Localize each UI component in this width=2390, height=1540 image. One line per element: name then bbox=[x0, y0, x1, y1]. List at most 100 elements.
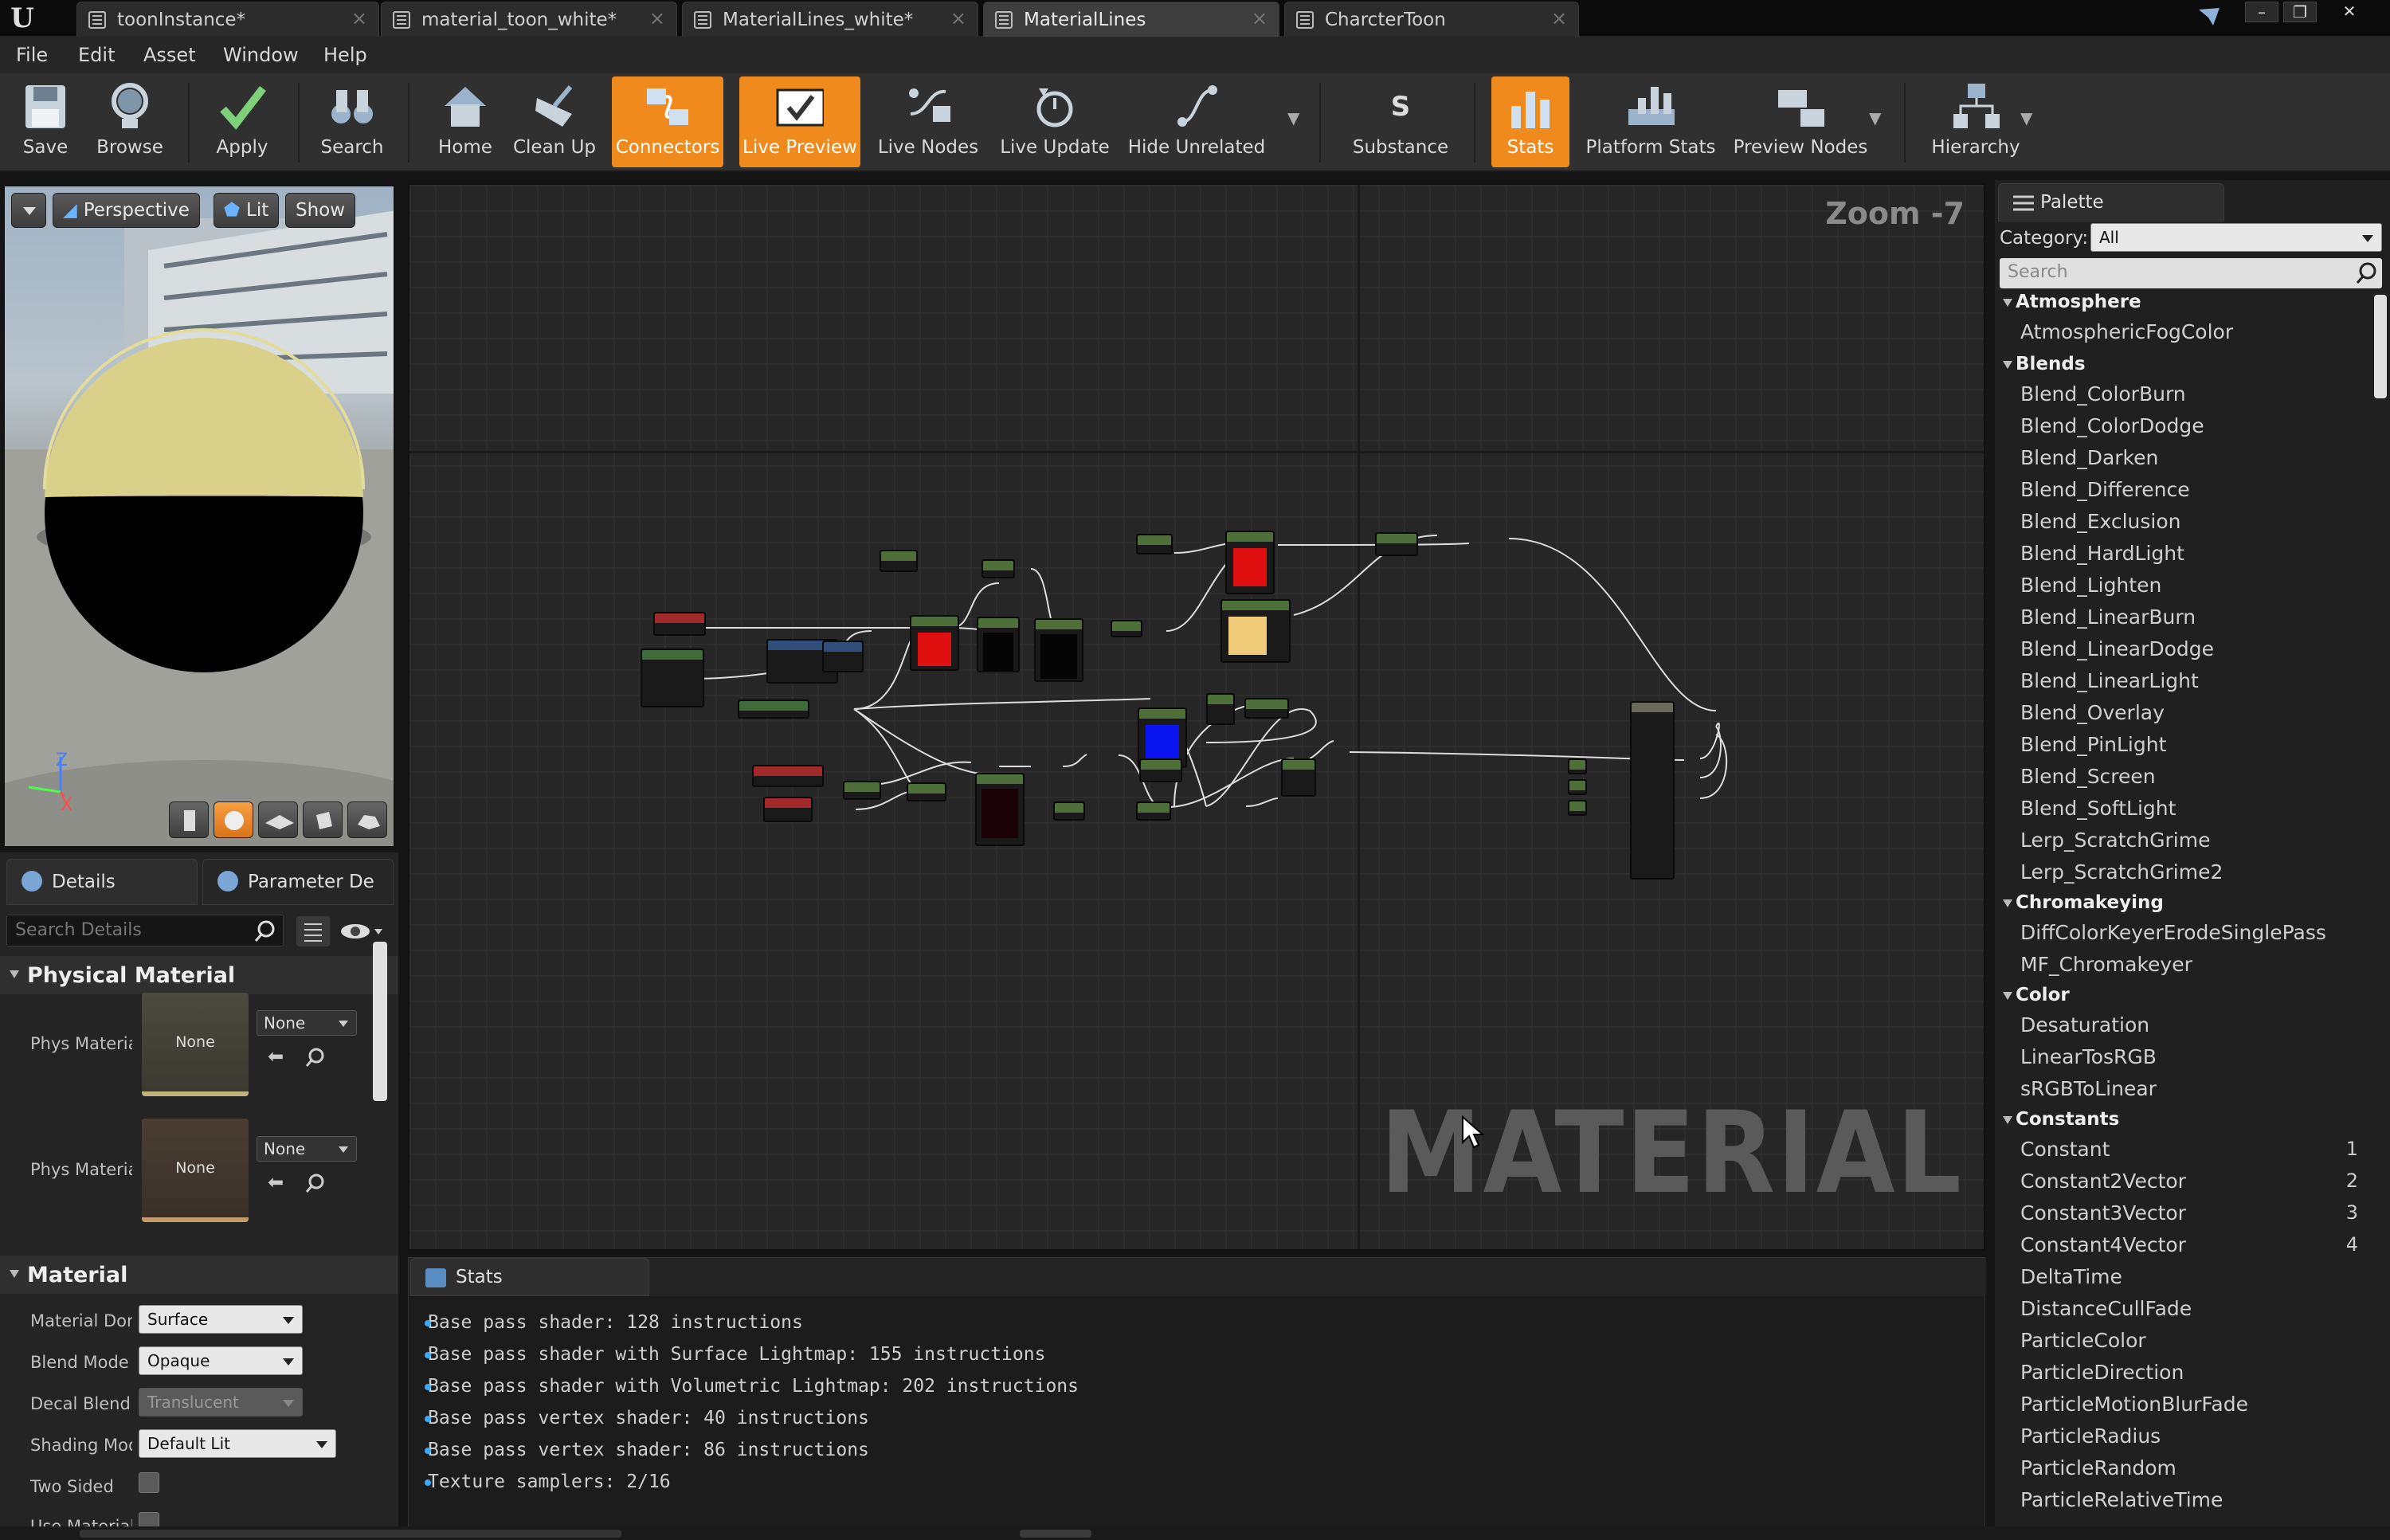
graph-node[interactable] bbox=[843, 781, 881, 800]
palette-item[interactable]: ParticleRandom bbox=[2020, 1456, 2176, 1479]
preview-mesh-button[interactable] bbox=[347, 801, 387, 838]
substance-button[interactable]: S Substance bbox=[1346, 76, 1455, 167]
graph-node[interactable] bbox=[981, 559, 1015, 578]
palette-item[interactable]: LinearTosRGB bbox=[2020, 1045, 2157, 1068]
preview-cube-button[interactable] bbox=[303, 801, 343, 838]
palette-category-color[interactable]: Color bbox=[2003, 985, 2070, 1005]
menu-help[interactable]: Help bbox=[315, 37, 375, 73]
chevron-down-icon[interactable]: ▼ bbox=[2020, 108, 2032, 127]
browse-button[interactable]: Browse bbox=[88, 76, 172, 167]
search-button[interactable]: Search bbox=[312, 76, 392, 167]
graph-node[interactable] bbox=[1568, 779, 1587, 795]
palette-item[interactable]: ParticleColor bbox=[2020, 1329, 2146, 1352]
preview-sphere-button[interactable] bbox=[214, 801, 253, 838]
palette-item[interactable]: Constant4Vector bbox=[2020, 1233, 2186, 1256]
phys-material-thumbnail[interactable]: None bbox=[142, 993, 249, 1096]
tab-toon-instance[interactable]: toonInstance* × bbox=[76, 2, 379, 37]
shading-model-dropdown[interactable]: Default Lit bbox=[139, 1429, 336, 1458]
lit-button[interactable]: ⬟ Lit bbox=[214, 193, 280, 228]
palette-item[interactable]: ParticleMotionBlurFade bbox=[2020, 1393, 2248, 1416]
graph-node[interactable] bbox=[1206, 693, 1235, 725]
graph-node[interactable] bbox=[752, 765, 824, 787]
close-icon[interactable]: × bbox=[351, 7, 367, 29]
palette-item[interactable]: Constant2Vector bbox=[2020, 1170, 2186, 1193]
material-graph-canvas[interactable]: Zoom -7 MATERIAL bbox=[408, 183, 1985, 1251]
live-preview-button[interactable]: Live Preview bbox=[739, 76, 860, 167]
preview-cylinder-button[interactable] bbox=[169, 801, 209, 838]
menu-edit[interactable]: Edit bbox=[70, 37, 123, 73]
phys-material-dropdown[interactable]: None bbox=[257, 1136, 357, 1162]
graph-node[interactable] bbox=[1568, 758, 1587, 774]
search-details-input[interactable]: Search Details bbox=[6, 915, 284, 946]
platform-stats-button[interactable]: Platform Stats bbox=[1582, 76, 1719, 167]
browse-asset-icon[interactable] bbox=[304, 1173, 327, 1198]
palette-item[interactable]: Blend_Difference bbox=[2020, 478, 2190, 501]
palette-category-blends[interactable]: Blends bbox=[2003, 354, 2086, 374]
palette-scrollbar-thumb[interactable] bbox=[2374, 295, 2387, 398]
minimize-button[interactable]: – bbox=[2245, 2, 2278, 22]
maximize-button[interactable]: ❐ bbox=[2283, 2, 2317, 22]
palette-item[interactable]: Constant3Vector bbox=[2020, 1201, 2186, 1225]
graph-node[interactable] bbox=[1220, 599, 1291, 663]
hide-unrelated-button[interactable]: Hide Unrelated bbox=[1123, 76, 1270, 167]
palette-item[interactable]: Blend_SoftLight bbox=[2020, 797, 2176, 820]
graph-node[interactable] bbox=[738, 699, 809, 719]
graph-node[interactable] bbox=[1139, 758, 1182, 782]
palette-item[interactable]: Blend_ColorDodge bbox=[2020, 414, 2204, 437]
palette-item[interactable]: Blend_HardLight bbox=[2020, 542, 2184, 565]
palette-item[interactable]: Blend_LinearDodge bbox=[2020, 637, 2214, 660]
palette-item[interactable]: Desaturation bbox=[2020, 1013, 2149, 1036]
palette-item[interactable]: Blend_Screen bbox=[2020, 765, 2156, 788]
tab-details[interactable]: Details bbox=[6, 859, 198, 905]
blend-mode-dropdown[interactable]: Opaque bbox=[139, 1346, 303, 1375]
tab-material-lines[interactable]: MaterialLines × bbox=[983, 2, 1279, 37]
palette-item[interactable]: ParticleRadius bbox=[2020, 1424, 2161, 1448]
bottom-scrollbar[interactable] bbox=[1020, 1530, 1091, 1538]
graph-node[interactable] bbox=[880, 550, 918, 572]
palette-item[interactable]: DiffColorKeyerErodeSinglePass bbox=[2020, 921, 2326, 944]
graph-node[interactable] bbox=[763, 797, 813, 822]
close-icon[interactable]: × bbox=[950, 7, 966, 29]
graph-node[interactable] bbox=[1136, 534, 1173, 554]
close-icon[interactable]: × bbox=[649, 7, 665, 29]
palette-item[interactable]: Lerp_ScratchGrime2 bbox=[2020, 860, 2223, 884]
palette-item[interactable]: Blend_PinLight bbox=[2020, 733, 2166, 756]
palette-search-input[interactable]: Search bbox=[2000, 258, 2382, 288]
graph-node[interactable] bbox=[1111, 620, 1142, 637]
viewport-options-button[interactable] bbox=[11, 193, 46, 228]
perspective-button[interactable]: ◢ Perspective bbox=[53, 193, 200, 228]
preview-nodes-button[interactable]: Preview Nodes bbox=[1727, 76, 1874, 167]
property-matrix-icon[interactable] bbox=[296, 916, 330, 946]
palette-item[interactable]: DeltaTime bbox=[2020, 1265, 2122, 1288]
live-update-button[interactable]: Live Update bbox=[996, 76, 1114, 167]
connectors-button[interactable]: Connectors bbox=[612, 76, 723, 167]
show-button[interactable]: Show bbox=[285, 193, 356, 228]
material-result-node[interactable] bbox=[1630, 701, 1675, 880]
tab-material-lines-white[interactable]: MaterialLines_white* × bbox=[682, 2, 978, 37]
graph-node[interactable] bbox=[1568, 800, 1587, 816]
graph-node[interactable] bbox=[975, 773, 1025, 846]
palette-category-constants[interactable]: Constants bbox=[2002, 1109, 2119, 1130]
close-icon[interactable]: × bbox=[1252, 7, 1267, 29]
palette-item[interactable]: DistanceCullFade bbox=[2020, 1297, 2192, 1320]
phys-material-dropdown[interactable]: None bbox=[257, 1010, 357, 1036]
tab-charcter-toon[interactable]: CharcterToon × bbox=[1284, 2, 1579, 37]
graph-node[interactable] bbox=[1136, 801, 1171, 821]
graph-node[interactable] bbox=[910, 615, 959, 671]
tab-parameter-defaults[interactable]: Parameter De bbox=[202, 859, 394, 905]
graph-node[interactable] bbox=[822, 641, 864, 672]
palette-item[interactable]: AtmosphericFogColor bbox=[2020, 320, 2233, 343]
graph-node[interactable] bbox=[977, 617, 1020, 672]
hierarchy-button[interactable]: Hierarchy bbox=[1928, 76, 2024, 167]
section-physical-material[interactable]: Physical Material bbox=[0, 956, 398, 994]
clean-up-button[interactable]: Clean Up bbox=[511, 76, 598, 167]
decal-blend-mode-dropdown[interactable]: Translucent bbox=[139, 1388, 303, 1417]
graph-node[interactable] bbox=[653, 612, 706, 636]
use-selected-arrow-icon[interactable]: ⬅ bbox=[268, 1045, 284, 1068]
graph-node[interactable] bbox=[907, 782, 946, 801]
palette-item[interactable]: Blend_LinearLight bbox=[2020, 669, 2199, 692]
palette-category-chromakeying[interactable]: Chromakeying bbox=[2003, 892, 2164, 913]
graph-node[interactable] bbox=[1034, 618, 1083, 682]
palette-item[interactable]: Constant bbox=[2020, 1138, 2110, 1161]
preview-plane-button[interactable] bbox=[258, 801, 298, 838]
